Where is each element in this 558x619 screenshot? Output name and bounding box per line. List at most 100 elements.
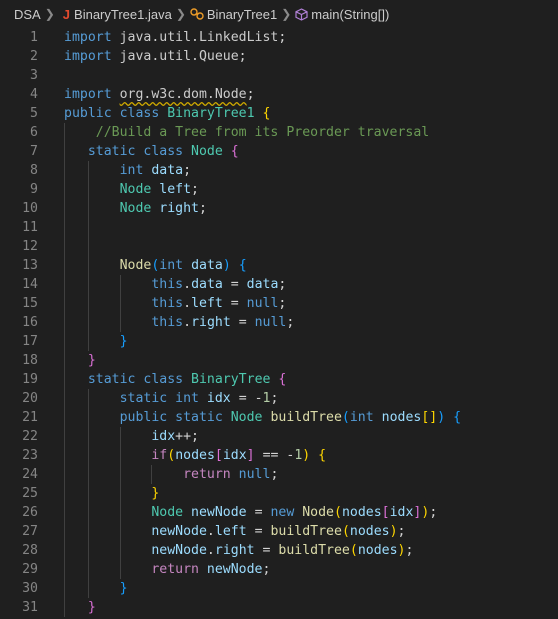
- code-token: ;: [262, 562, 271, 577]
- code-line[interactable]: 25 }: [0, 484, 558, 503]
- code-line[interactable]: 28 newNode.right = buildTree(nodes);: [0, 541, 558, 560]
- code-token: right: [214, 543, 255, 558]
- line-number: 6: [30, 125, 38, 140]
- code-line[interactable]: 15 this.left = null;: [0, 294, 558, 313]
- code-line[interactable]: 26 Node newNode = new Node(nodes[idx]);: [0, 503, 558, 522]
- code-line[interactable]: 23 if(nodes[idx] == -1) {: [0, 446, 558, 465]
- indent-guide: [64, 522, 65, 541]
- indent-guide: [119, 541, 121, 560]
- indent-guide: [87, 541, 89, 560]
- code-text: this.right = null;: [64, 313, 294, 332]
- code-line[interactable]: 24 return null;: [0, 465, 558, 484]
- indent-guide: [64, 579, 65, 598]
- indent-guide: [87, 218, 89, 237]
- code-line[interactable]: 8 int data;: [0, 161, 558, 180]
- code-text: }: [64, 598, 96, 617]
- code-token: .: [183, 315, 192, 330]
- code-line[interactable]: 11: [0, 218, 558, 237]
- code-token: }: [119, 581, 128, 596]
- line-number: 4: [30, 87, 38, 102]
- code-token: (: [349, 543, 358, 558]
- indent-guide: [87, 446, 89, 465]
- code-token: static: [175, 410, 231, 425]
- code-line[interactable]: 1 import java.util.LinkedList;: [0, 28, 558, 47]
- line-number: 20: [22, 391, 38, 406]
- code-line[interactable]: 3: [0, 66, 558, 85]
- code-token: this: [151, 296, 184, 311]
- line-number: 25: [22, 486, 38, 501]
- code-token: {: [453, 410, 462, 425]
- code-line[interactable]: 20 static int idx = -1;: [0, 389, 558, 408]
- code-token: ]: [246, 448, 255, 463]
- code-token: (: [341, 524, 350, 539]
- indent-guide: [119, 465, 121, 484]
- indent-guide: [64, 484, 65, 503]
- code-line[interactable]: 31 }: [0, 598, 558, 617]
- line-number: 24: [22, 467, 38, 482]
- indent-guide: [64, 123, 65, 142]
- indent-guide: [64, 275, 65, 294]
- code-line[interactable]: 2 import java.util.Queue;: [0, 47, 558, 66]
- code-line[interactable]: 14 this.data = data;: [0, 275, 558, 294]
- line-number: 14: [22, 277, 38, 292]
- code-line[interactable]: 27 newNode.left = buildTree(nodes);: [0, 522, 558, 541]
- code-token: ;: [191, 182, 199, 197]
- indent-guide: [87, 579, 89, 598]
- code-line[interactable]: 12: [0, 237, 558, 256]
- indent-guide: [119, 313, 121, 332]
- code-token: }: [87, 600, 96, 615]
- code-token: public: [119, 410, 176, 425]
- line-number: 1: [30, 30, 38, 45]
- breadcrumb-class[interactable]: BinaryTree1: [207, 7, 277, 22]
- code-text: static int idx = -1;: [64, 389, 278, 408]
- code-token: ;: [278, 30, 287, 45]
- code-token: static: [119, 391, 176, 406]
- code-text: return null;: [64, 465, 278, 484]
- code-token: newNode: [206, 562, 263, 577]
- breadcrumb-file[interactable]: BinaryTree1.java: [74, 7, 172, 22]
- code-token: int: [175, 391, 207, 406]
- indent-guide: [64, 370, 65, 389]
- code-line[interactable]: 10 Node right;: [0, 199, 558, 218]
- code-line[interactable]: 22 idx++;: [0, 427, 558, 446]
- code-line[interactable]: 18 }: [0, 351, 558, 370]
- breadcrumb-method[interactable]: main(String[]): [311, 7, 389, 22]
- code-line[interactable]: 5 public class BinaryTree1 {: [0, 104, 558, 123]
- code-token: = -: [230, 391, 263, 406]
- indent-guide: [87, 313, 89, 332]
- code-text: }: [64, 332, 128, 351]
- code-line[interactable]: 7 static class Node {: [0, 142, 558, 161]
- code-token: int: [119, 163, 152, 178]
- code-line[interactable]: 4 import org.w3c.dom.Node;: [0, 85, 558, 104]
- code-token: ;: [183, 163, 192, 178]
- code-line[interactable]: 30 }: [0, 579, 558, 598]
- code-token: Node: [119, 201, 160, 216]
- indent-guide: [119, 484, 121, 503]
- code-line[interactable]: 21 public static Node buildTree(int node…: [0, 408, 558, 427]
- code-text: static class Node {: [64, 142, 239, 161]
- code-line[interactable]: 6 //Build a Tree from its Preorder trave…: [0, 123, 558, 142]
- code-token: {: [238, 258, 247, 273]
- code-line[interactable]: 16 this.right = null;: [0, 313, 558, 332]
- line-number: 23: [22, 448, 38, 463]
- indent-guide: [87, 275, 89, 294]
- code-line[interactable]: 13 Node(int data) {: [0, 256, 558, 275]
- code-token: ;: [278, 277, 287, 292]
- breadcrumb-folder[interactable]: DSA: [14, 7, 41, 22]
- code-line[interactable]: 17 }: [0, 332, 558, 351]
- code-token: class: [143, 144, 192, 159]
- code-line[interactable]: 19 static class BinaryTree {: [0, 370, 558, 389]
- code-line[interactable]: 29 return newNode;: [0, 560, 558, 579]
- indent-guide: [64, 541, 65, 560]
- code-token: ;: [270, 391, 279, 406]
- indent-guide: [87, 237, 89, 256]
- code-line[interactable]: 9 Node left;: [0, 180, 558, 199]
- indent-guide: [64, 446, 65, 465]
- code-editor[interactable]: 1 import java.util.LinkedList; 2 import jav…: [0, 28, 558, 617]
- code-token: this: [151, 315, 184, 330]
